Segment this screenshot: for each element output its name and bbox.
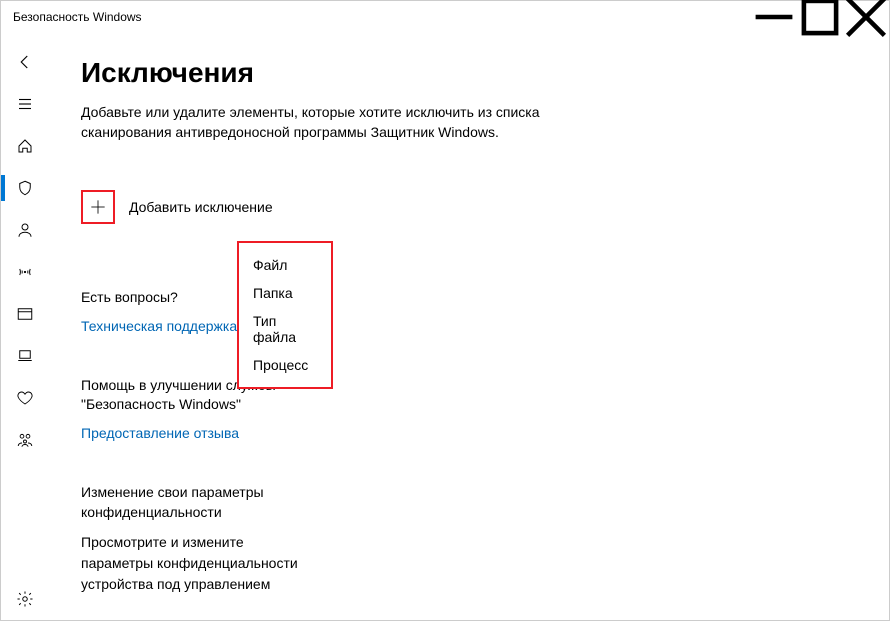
- nav-rail: [1, 33, 49, 620]
- app-body: Исключения Добавьте или удалите элементы…: [1, 33, 889, 620]
- dropdown-option-process[interactable]: Процесс: [253, 351, 317, 379]
- nav-home[interactable]: [1, 125, 49, 167]
- dropdown-option-file[interactable]: Файл: [253, 251, 317, 279]
- back-button[interactable]: [1, 41, 49, 83]
- gear-icon: [16, 590, 34, 608]
- nav-firewall[interactable]: [1, 251, 49, 293]
- hamburger-button[interactable]: [1, 83, 49, 125]
- add-exclusion-label: Добавить исключение: [129, 199, 273, 215]
- titlebar: Безопасность Windows: [1, 1, 889, 33]
- content-area: Исключения Добавьте или удалите элементы…: [49, 33, 889, 620]
- privacy-heading: Изменение свои параметры конфиденциально…: [81, 483, 341, 522]
- nav-virus-protection[interactable]: [1, 167, 49, 209]
- nav-device-security[interactable]: [1, 335, 49, 377]
- privacy-text: Просмотрите и измените параметры конфиде…: [81, 532, 311, 595]
- home-icon: [16, 137, 34, 155]
- add-exclusion-row: Добавить исключение: [81, 190, 857, 224]
- arrow-left-icon: [16, 53, 34, 71]
- add-exclusion-dropdown: Файл Папка Тип файла Процесс: [237, 241, 333, 389]
- page-heading: Исключения: [81, 57, 857, 89]
- family-icon: [16, 431, 34, 449]
- nav-account-protection[interactable]: [1, 209, 49, 251]
- window-controls: [751, 1, 889, 33]
- dropdown-option-folder[interactable]: Папка: [253, 279, 317, 307]
- heart-icon: [16, 389, 34, 407]
- maximize-button[interactable]: [797, 1, 843, 33]
- minimize-button[interactable]: [751, 1, 797, 33]
- app-title: Безопасность Windows: [13, 10, 142, 24]
- support-link[interactable]: Техническая поддержка: [81, 318, 237, 334]
- add-exclusion-button[interactable]: [81, 190, 115, 224]
- menu-icon: [16, 95, 34, 113]
- nav-app-browser[interactable]: [1, 293, 49, 335]
- laptop-icon: [16, 347, 34, 365]
- nav-settings[interactable]: [1, 578, 49, 620]
- window-icon: [16, 305, 34, 323]
- feedback-link[interactable]: Предоставление отзыва: [81, 425, 239, 441]
- shield-icon: [16, 179, 34, 197]
- signal-icon: [16, 263, 34, 281]
- page-description: Добавьте или удалите элементы, которые х…: [81, 103, 581, 142]
- privacy-section: Изменение свои параметры конфиденциально…: [81, 483, 341, 595]
- nav-device-health[interactable]: [1, 377, 49, 419]
- dropdown-option-filetype[interactable]: Тип файла: [253, 307, 317, 351]
- plus-icon: [88, 197, 108, 217]
- nav-family[interactable]: [1, 419, 49, 461]
- person-icon: [16, 221, 34, 239]
- close-button[interactable]: [843, 1, 889, 33]
